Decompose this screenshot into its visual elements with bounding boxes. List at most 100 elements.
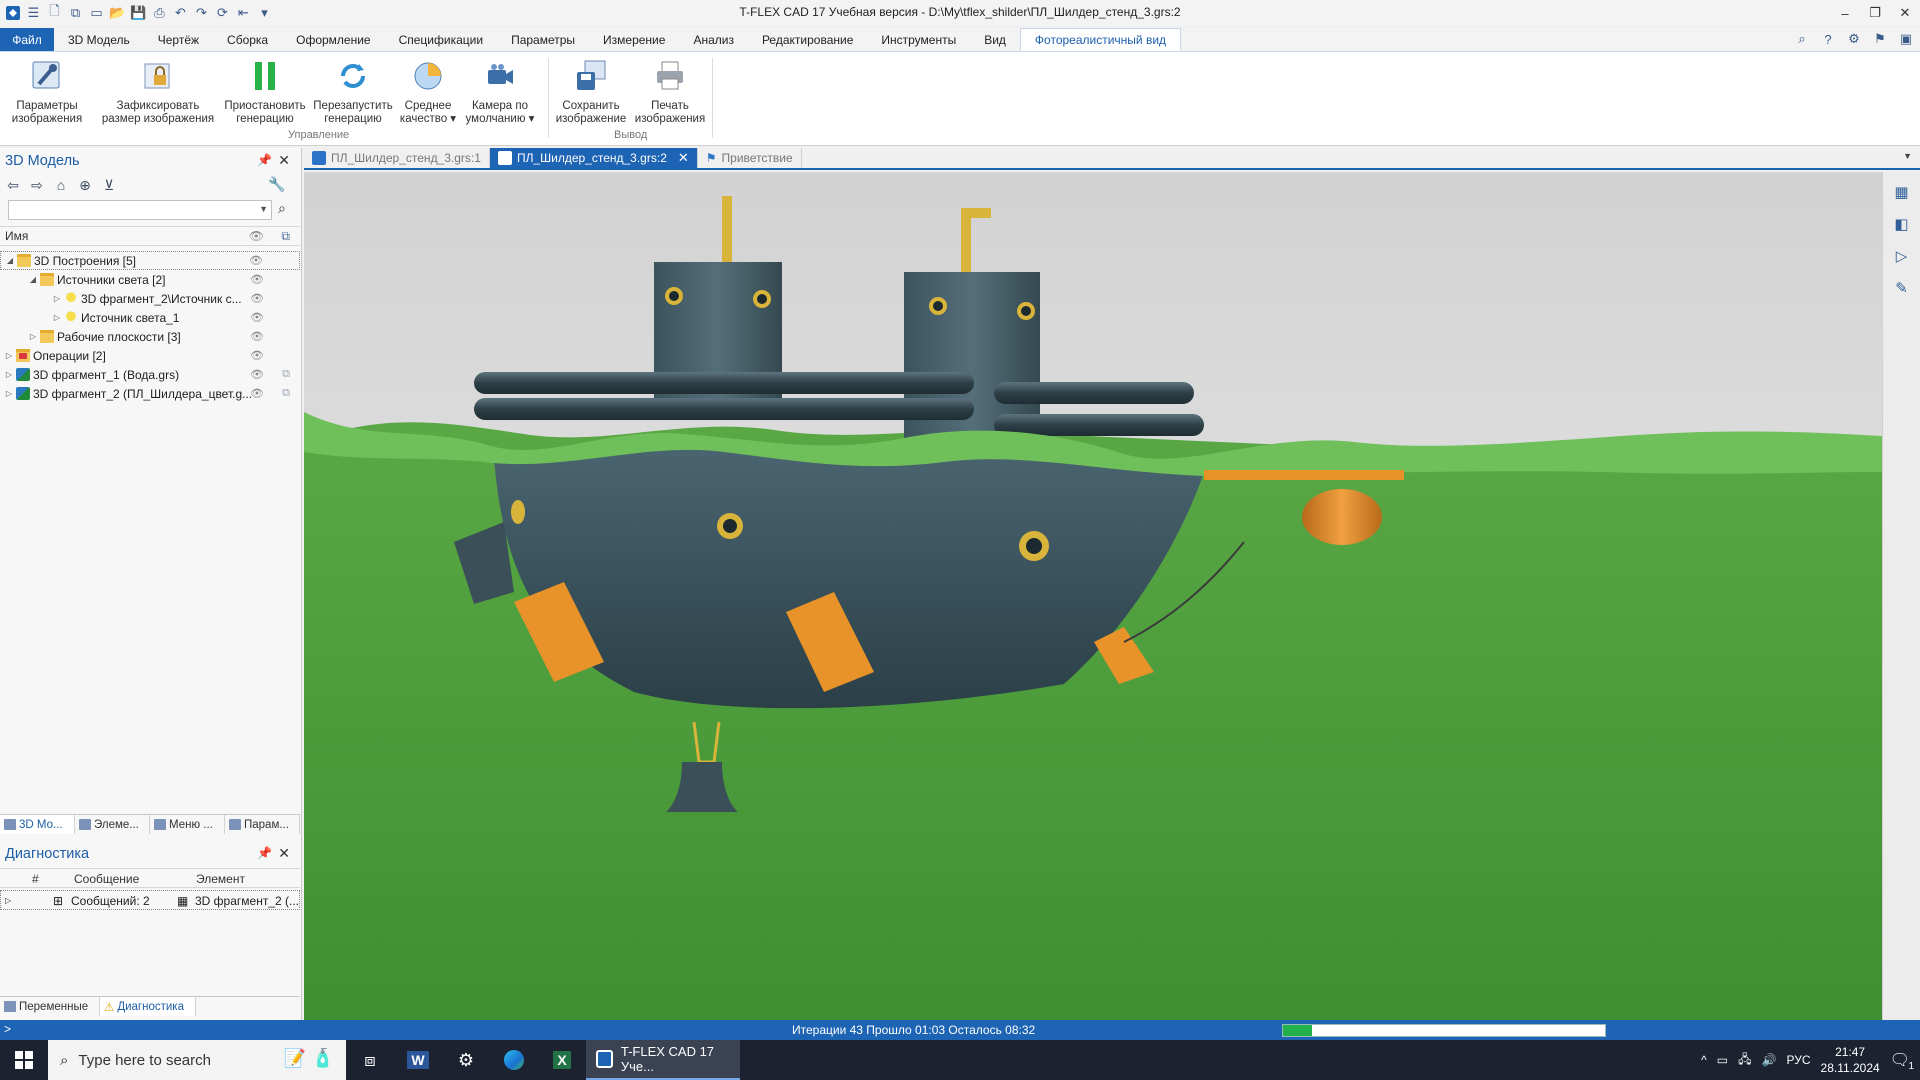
tree-item-fragment-1[interactable]: ▷ 3D фрагмент_1 (Вода.grs) 👁 ⧉: [0, 365, 300, 384]
app-logo-icon[interactable]: [4, 5, 21, 22]
restart-generation-button[interactable]: Перезапустить генерацию: [312, 56, 394, 126]
home-icon[interactable]: ⌂: [52, 176, 70, 194]
visibility-eye-icon[interactable]: 👁: [250, 349, 264, 362]
doc-tab-grs-2[interactable]: ПЛ_Шилдер_стенд_3.grs:2 ✕: [489, 148, 698, 168]
new-3d-model-icon[interactable]: ⧉: [67, 5, 84, 22]
redo-icon[interactable]: ↷: [193, 5, 210, 22]
chevron-up-icon[interactable]: ^: [1701, 1053, 1707, 1067]
close-icon[interactable]: ✕: [278, 152, 290, 169]
copy-icon[interactable]: ⧉: [281, 229, 290, 244]
tab-specifications[interactable]: Спецификации: [385, 28, 497, 51]
input-language[interactable]: РУС: [1786, 1053, 1810, 1067]
medium-quality-button[interactable]: Среднее качество ▾: [396, 56, 460, 126]
tab-parameters[interactable]: Параметры: [497, 28, 589, 51]
target-icon[interactable]: ⊕: [76, 176, 94, 194]
tree-filter-combobox[interactable]: ▼: [8, 200, 272, 220]
copy-icon[interactable]: ⧉: [282, 368, 290, 381]
tree-item-fragment-2[interactable]: ▷ 3D фрагмент_2 (ПЛ_Шилдера_цвет.g... 👁 …: [0, 384, 300, 403]
hamburger-menu-icon[interactable]: ☰: [25, 5, 42, 22]
visibility-eye-icon[interactable]: 👁: [250, 292, 264, 305]
properties-icon[interactable]: ✎: [1890, 276, 1914, 300]
pause-generation-button[interactable]: Приостановить генерацию: [222, 56, 308, 126]
tab-tools[interactable]: Инструменты: [867, 28, 970, 51]
tab-3d-model[interactable]: 3D Модель: [54, 28, 144, 51]
tab-drawing[interactable]: Чертёж: [144, 28, 213, 51]
battery-icon[interactable]: ▭: [1717, 1053, 1728, 1067]
expand-triangle-icon[interactable]: ◢: [28, 275, 38, 284]
open-folder-icon[interactable]: 📂: [109, 5, 126, 22]
tab-variables[interactable]: Переменные: [0, 997, 100, 1016]
tab-design[interactable]: Оформление: [282, 28, 384, 51]
layout-icon[interactable]: ▦: [1890, 180, 1914, 204]
tree-item-3d-constructions[interactable]: ◢ 3D Построения [5] 👁: [0, 251, 300, 270]
windows-start-icon[interactable]: [0, 1040, 48, 1080]
regenerate-icon[interactable]: ⟳: [214, 5, 231, 22]
expand-triangle-icon[interactable]: ▷: [52, 294, 62, 303]
word-app-icon[interactable]: W: [394, 1040, 442, 1080]
execute-icon[interactable]: ⇤: [235, 5, 252, 22]
tab-diagnostics[interactable]: ⚠ Диагностика: [100, 997, 196, 1016]
tab-3d-model-panel[interactable]: 3D Мо...: [0, 815, 75, 834]
save-image-button[interactable]: Сохранить изображение: [552, 56, 630, 126]
expand-triangle-icon[interactable]: ▷: [5, 896, 11, 905]
new-document-icon[interactable]: 🗋: [46, 3, 63, 22]
layers-icon[interactable]: ◧: [1890, 212, 1914, 236]
tab-elements-panel[interactable]: Элеме...: [75, 815, 150, 834]
notifications-icon[interactable]: 🗨 1: [1890, 1050, 1914, 1072]
back-arrow-icon[interactable]: ⇦: [4, 176, 22, 194]
close-tab-icon[interactable]: ✕: [678, 150, 689, 166]
lock-image-size-button[interactable]: Зафиксировать размер изображения: [96, 56, 220, 126]
render-view-icon[interactable]: ▷: [1890, 244, 1914, 268]
restore-icon[interactable]: ❐: [1860, 0, 1890, 26]
search-icon[interactable]: ⌕: [278, 200, 286, 217]
help-icon[interactable]: ?: [1818, 30, 1838, 48]
copy-icon[interactable]: ⧉: [282, 387, 290, 400]
network-icon[interactable]: 🖧: [1738, 1050, 1751, 1071]
image-parameters-button[interactable]: Параметры изображения: [6, 56, 88, 126]
expand-triangle-icon[interactable]: ▷: [4, 389, 14, 398]
visibility-eye-icon[interactable]: 👁: [250, 273, 264, 286]
visibility-eye-icon[interactable]: 👁: [250, 330, 264, 343]
forward-arrow-icon[interactable]: ⇨: [28, 176, 46, 194]
save-icon[interactable]: 💾: [130, 5, 147, 22]
close-icon[interactable]: ✕: [278, 845, 290, 862]
taskbar-search-box[interactable]: ⌕ Type here to search 📝 🧴: [48, 1040, 346, 1080]
default-camera-button[interactable]: Камера по умолчанию ▾: [460, 56, 540, 126]
tab-edit[interactable]: Редактирование: [748, 28, 867, 51]
tab-view[interactable]: Вид: [970, 28, 1020, 51]
taskbar-app-tflex[interactable]: T-FLEX CAD 17 Уче...: [586, 1040, 740, 1080]
diagnostics-row[interactable]: ▷ ⊞ Сообщений: 2 ▦ 3D фрагмент_2 (...: [0, 890, 300, 910]
chevron-down-icon[interactable]: ▼: [1903, 151, 1912, 161]
tab-params-panel[interactable]: Парам...: [225, 815, 300, 834]
expand-triangle-icon[interactable]: ▷: [4, 370, 14, 379]
expand-triangle-icon[interactable]: ◢: [5, 256, 15, 265]
pin-icon[interactable]: 📌: [257, 846, 272, 860]
tree-item-light-source-1[interactable]: ▷ Источник света_1 👁: [0, 308, 300, 327]
settings-gear-icon[interactable]: ⚙: [442, 1040, 490, 1080]
tab-photorealistic-view[interactable]: Фотореалистичный вид: [1019, 28, 1182, 51]
tab-menu-panel[interactable]: Меню ...: [150, 815, 225, 834]
visibility-eye-icon[interactable]: 👁: [249, 254, 263, 267]
tab-file[interactable]: Файл: [0, 28, 54, 51]
tree-item-operations[interactable]: ▷ Операции [2] 👁: [0, 346, 300, 365]
task-view-icon[interactable]: ⧈: [346, 1040, 394, 1080]
visibility-eye-icon[interactable]: 👁: [250, 311, 264, 324]
undo-icon[interactable]: ↶: [172, 5, 189, 22]
customize-toolbar-icon[interactable]: ▾: [256, 5, 273, 22]
visibility-eye-icon[interactable]: 👁: [249, 229, 264, 243]
flag-icon[interactable]: ⚑: [1870, 30, 1890, 48]
command-prompt[interactable]: >: [4, 1022, 11, 1036]
doc-tab-grs-1[interactable]: ПЛ_Шилдер_стенд_3.grs:1: [304, 148, 490, 168]
excel-app-icon[interactable]: X: [538, 1040, 586, 1080]
tab-assembly[interactable]: Сборка: [213, 28, 282, 51]
tab-measure[interactable]: Измерение: [589, 28, 679, 51]
pin-icon[interactable]: 📌: [257, 153, 272, 167]
edge-browser-icon[interactable]: [490, 1040, 538, 1080]
volume-icon[interactable]: 🔊: [1762, 1053, 1777, 1067]
collapse-icon[interactable]: ⊻: [100, 176, 118, 194]
tab-analysis[interactable]: Анализ: [679, 28, 748, 51]
print-icon[interactable]: ⎙: [151, 5, 168, 22]
wrench-icon[interactable]: 🔧: [268, 176, 285, 193]
doc-tab-welcome[interactable]: ⚑ Приветствие: [698, 148, 802, 168]
tree-item-light-sources[interactable]: ◢ Источники света [2] 👁: [0, 270, 300, 289]
